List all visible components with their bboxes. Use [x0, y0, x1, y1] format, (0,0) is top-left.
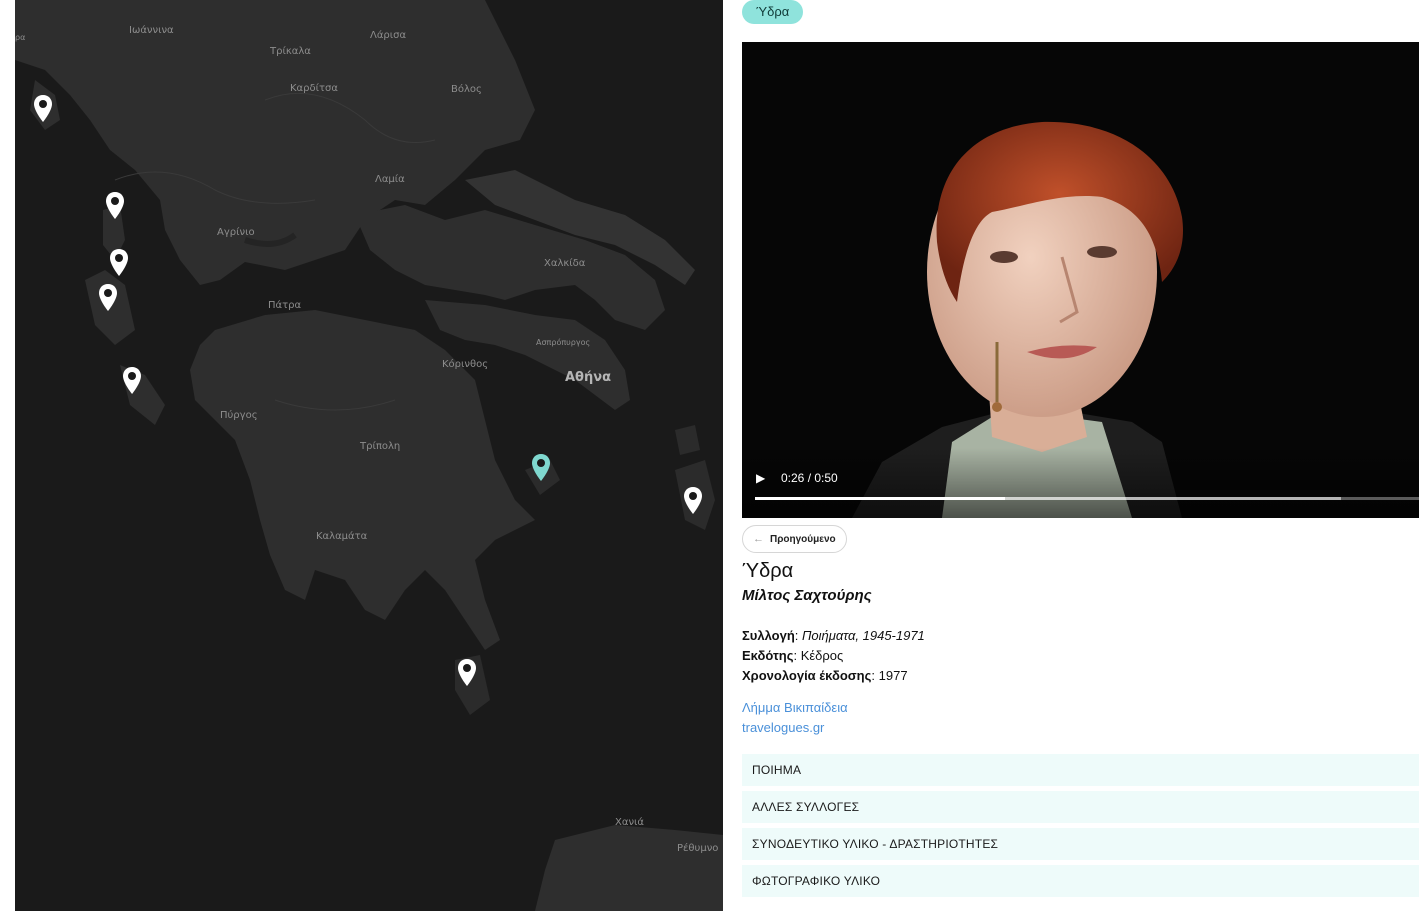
map-marker-icon[interactable]	[456, 658, 478, 688]
previous-button-label: Προηγούμενο	[770, 534, 836, 545]
accordion-item-photos[interactable]: ΦΩΤΟΓΡΑΦΙΚΟ ΥΛΙΚΟ	[742, 865, 1419, 897]
accordion-item-poem[interactable]: ΠΟΙΗΜΑ	[742, 754, 1419, 786]
video-frame	[742, 42, 1419, 518]
meta-collection-value: Ποιήματα, 1945-1971	[802, 628, 925, 643]
meta-publisher-label: Εκδότης	[742, 648, 794, 663]
map-label-lamia: Λαμία	[375, 174, 405, 185]
map-marker-icon-active[interactable]	[530, 453, 552, 483]
video-controls-shade	[742, 448, 1419, 518]
map-label-pyrgos: Πύργος	[220, 410, 258, 421]
map-label-volos: Βόλος	[451, 84, 482, 95]
accordion-item-supplementary[interactable]: ΣΥΝΟΔΕΥΤΙΚΟ ΥΛΙΚΟ - ΔΡΑΣΤΗΡΙΟΤΗΤΕΣ	[742, 828, 1419, 860]
meta-year-label: Χρονολογία έκδοσης	[742, 668, 872, 683]
map-label-edge: ρα	[15, 33, 26, 42]
map-label-larisa: Λάρισα	[370, 30, 407, 41]
external-links: Λήμμα Βικιπαίδεια travelogues.gr	[742, 698, 848, 738]
video-progress-bar[interactable]	[755, 497, 1419, 500]
meta-year: Χρονολογία έκδοσης: 1977	[742, 668, 908, 683]
map-label-agrinio: Αγρίνιο	[217, 227, 255, 238]
publication-meta: Συλλογή: Ποιήματα, 1945-1971 Εκδότης: Κέ…	[742, 626, 925, 686]
map-label-ioannina: Ιωάννινα	[129, 25, 174, 36]
video-progress-fill	[755, 497, 1005, 500]
detail-panel: Ύδρα ▶ 0:26 / 0:50 ← Προηγούμενο Ύδρα Μί…	[723, 0, 1419, 911]
map-marker-icon[interactable]	[682, 486, 704, 516]
map-label-rethymno: Ρέθυμνο	[677, 843, 719, 854]
page: ρα Ιωάννινα Λάρισα Τρίκαλα Καρδίτσα Βόλο…	[0, 0, 1419, 911]
travelogues-link[interactable]: travelogues.gr	[742, 718, 848, 738]
map-label-korinthos: Κόρινθος	[442, 359, 489, 370]
map-label-chalkida: Χαλκίδα	[544, 258, 586, 269]
map-view[interactable]: ρα Ιωάννινα Λάρισα Τρίκαλα Καρδίτσα Βόλο…	[15, 0, 723, 911]
accordion-item-other-collections[interactable]: ΑΛΛΕΣ ΣΥΛΛΟΓΕΣ	[742, 791, 1419, 823]
map-base	[15, 0, 723, 911]
previous-button[interactable]: ← Προηγούμενο	[742, 525, 847, 553]
map-marker-icon[interactable]	[108, 248, 130, 278]
left-margin	[0, 0, 15, 911]
meta-collection-label: Συλλογή	[742, 628, 795, 643]
meta-publisher-value: Κέδρος	[800, 648, 844, 663]
map-label-trikala: Τρίκαλα	[270, 46, 311, 57]
map-label-karditsa: Καρδίτσα	[290, 83, 338, 94]
wikipedia-link[interactable]: Λήμμα Βικιπαίδεια	[742, 698, 848, 718]
map-label-chania: Χανιά	[615, 817, 645, 828]
map-label-aspropyrgos: Ασπρόπυργος	[536, 338, 591, 347]
map-marker-icon[interactable]	[97, 283, 119, 313]
meta-collection: Συλλογή: Ποιήματα, 1945-1971	[742, 628, 925, 643]
map-label-tripoli: Τρίπολη	[360, 441, 401, 452]
map-label-athina: Αθήνα	[565, 370, 612, 385]
play-icon[interactable]: ▶	[756, 470, 772, 486]
video-time: 0:26 / 0:50	[781, 471, 838, 485]
meta-publisher: Εκδότης: Κέδρος	[742, 648, 844, 663]
meta-year-value: 1977	[878, 668, 908, 683]
poem-title: Ύδρα	[742, 560, 794, 582]
map-label-kalamata: Καλαμάτα	[316, 531, 368, 542]
map-marker-icon[interactable]	[104, 191, 126, 221]
arrow-left-icon: ←	[753, 533, 764, 545]
video-player[interactable]: ▶ 0:26 / 0:50	[742, 42, 1419, 518]
location-tag: Ύδρα	[742, 0, 804, 24]
accordion: ΠΟΙΗΜΑ ΑΛΛΕΣ ΣΥΛΛΟΓΕΣ ΣΥΝΟΔΕΥΤΙΚΟ ΥΛΙΚΟ …	[742, 754, 1419, 902]
map-label-patra: Πάτρα	[268, 300, 302, 311]
poem-author: Μίλτος Σαχτούρης	[742, 587, 872, 604]
map-marker-icon[interactable]	[121, 366, 143, 396]
map-marker-icon[interactable]	[32, 94, 54, 124]
